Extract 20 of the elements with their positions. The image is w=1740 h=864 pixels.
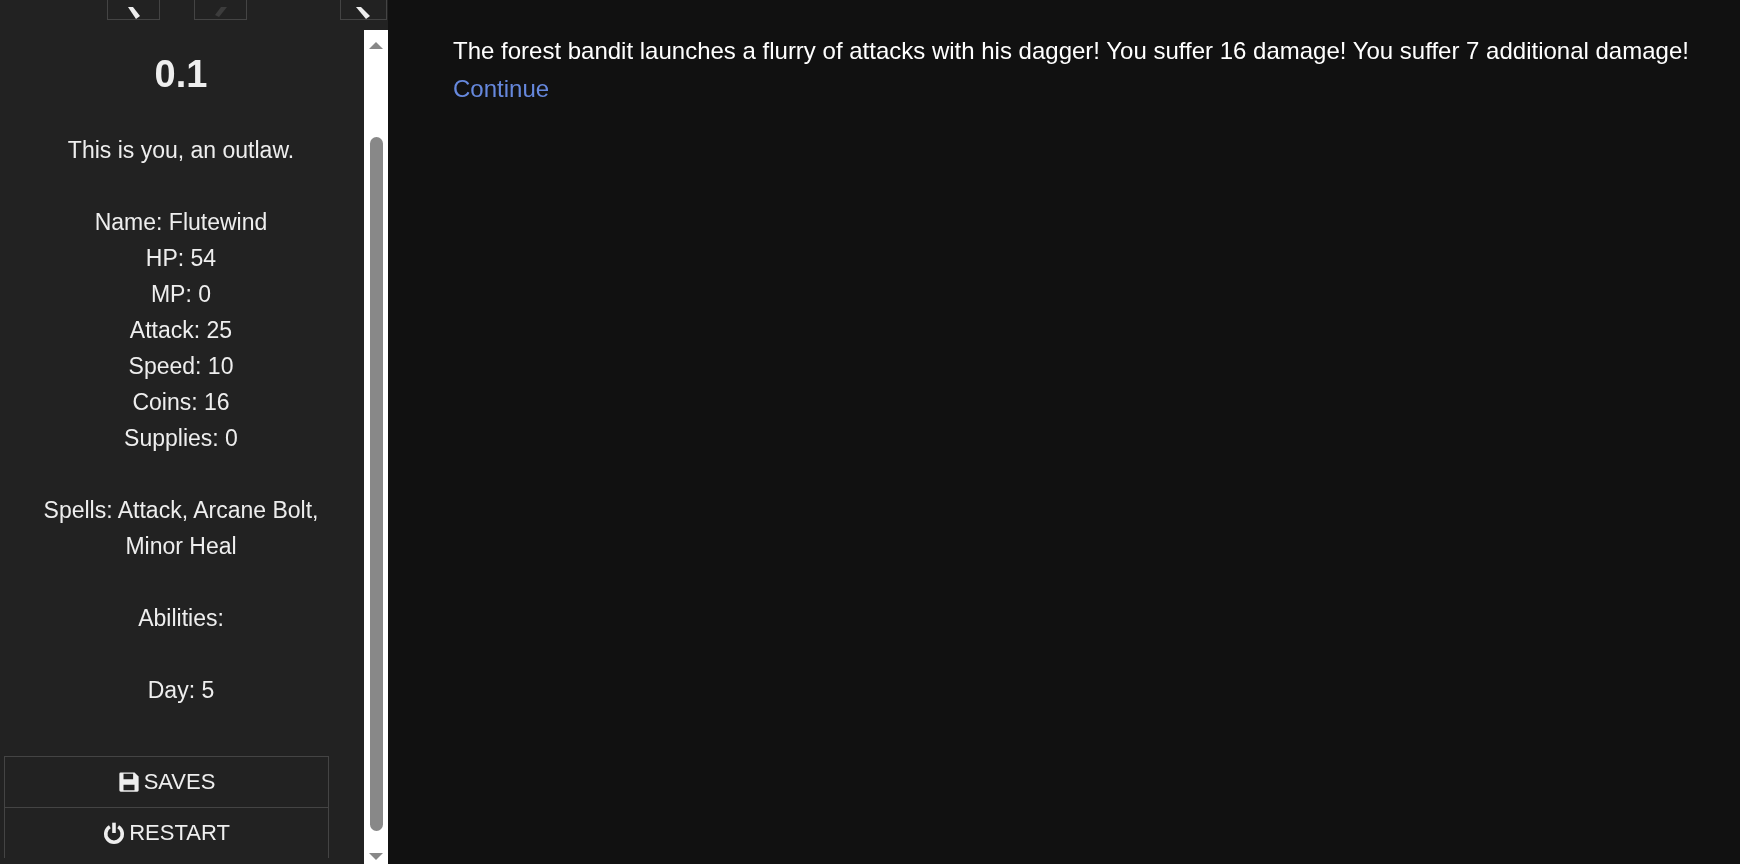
power-icon	[103, 822, 126, 844]
stat-text: Speed: 10	[128, 352, 234, 381]
collapse-button[interactable]	[340, 0, 387, 20]
saves-button[interactable]: SAVES	[4, 756, 329, 807]
stat-text: Attack: 25	[129, 316, 233, 345]
stat-text: Name: Flutewind	[94, 208, 268, 237]
version-number: 0.1	[154, 52, 208, 96]
stat-text: Abilities:	[138, 604, 224, 633]
stat-text: MP: 0	[150, 280, 212, 309]
passage-text: The forest bandit launches a flurry of attacks with his dagger! You suffer 16 damage! You suffer 7 additional damage!	[453, 36, 1690, 66]
scrollbar[interactable]	[364, 30, 388, 864]
stat-text: Spells: Attack, Arcane Bolt, Minor Heal	[42, 496, 320, 561]
stat-text: Supplies: 0	[124, 424, 238, 453]
restart-button[interactable]: RESTART	[4, 807, 329, 858]
stat-text: Coins: 16	[132, 388, 230, 417]
back-button[interactable]	[107, 0, 160, 20]
stat-text: Day: 5	[147, 676, 215, 705]
continue-link[interactable]: Continue	[453, 72, 550, 106]
stat-text: This is you, an outlaw.	[67, 136, 295, 165]
stat-text: HP: 54	[145, 244, 217, 273]
